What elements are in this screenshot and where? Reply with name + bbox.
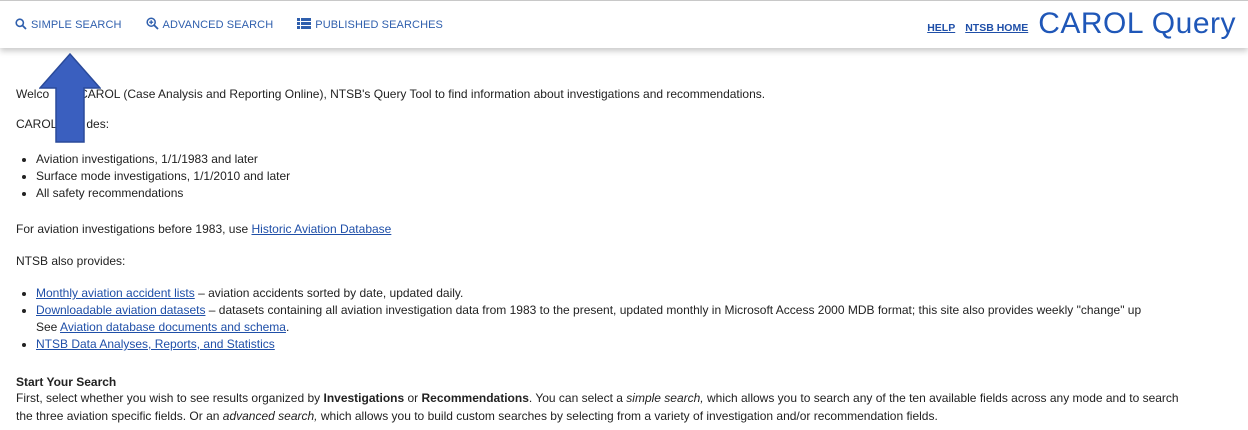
investigations-term: Investigations bbox=[323, 391, 405, 405]
search-icon bbox=[15, 17, 31, 33]
provides-label: NTSB also provides: bbox=[16, 254, 126, 268]
list-item: Surface mode investigations, 1/1/2010 an… bbox=[36, 168, 290, 185]
ntsb-home-link[interactable]: NTSB HOME bbox=[965, 22, 1028, 34]
historic-aviation-database-link[interactable]: Historic Aviation Database bbox=[251, 222, 391, 236]
list-item: Monthly aviation accident lists – aviati… bbox=[36, 285, 1141, 302]
includes-list: Aviation investigations, 1/1/1983 and la… bbox=[16, 151, 290, 202]
simple-search-tab[interactable]: SIMPLE SEARCH bbox=[15, 17, 122, 33]
line1-part-a: First, select whether you wish to see re… bbox=[16, 391, 324, 405]
historic-label: For aviation investigations before 1983,… bbox=[16, 222, 252, 236]
provides-list: Monthly aviation accident lists – aviati… bbox=[16, 285, 1141, 353]
schema-period: . bbox=[285, 320, 290, 334]
simple-search-label: SIMPLE SEARCH bbox=[31, 19, 122, 31]
see-label: See bbox=[36, 320, 61, 334]
app-title: CAROL Query bbox=[1038, 7, 1236, 40]
simple-search-term: simple search, bbox=[626, 391, 704, 405]
start-search-line-1: First, select whether you wish to see re… bbox=[16, 391, 1179, 405]
database-schema-link[interactable]: Aviation database documents and schema bbox=[60, 320, 286, 334]
list-item: All safety recommendations bbox=[36, 185, 290, 202]
search-nav: SIMPLE SEARCH ADVANCED SEARCH PUBLISHED … bbox=[15, 17, 467, 33]
list-item: NTSB Data Analyses, Reports, and Statist… bbox=[36, 336, 1141, 353]
start-search-line-2: the three aviation specific fields. Or a… bbox=[16, 409, 938, 423]
data-analyses-link[interactable]: NTSB Data Analyses, Reports, and Statist… bbox=[36, 337, 275, 351]
advanced-search-tab[interactable]: ADVANCED SEARCH bbox=[145, 17, 274, 33]
welcome-text-end: CAROL (Case Analysis and Reporting Onlin… bbox=[79, 87, 766, 101]
arrow-up-icon bbox=[38, 52, 102, 146]
downloadable-description: – datasets containing all aviation inves… bbox=[205, 303, 1142, 317]
recommendations-term: Recommendations bbox=[421, 391, 529, 405]
header-links: HELP NTSB HOME CAROL Query bbox=[927, 5, 1236, 43]
downloadable-datasets-link[interactable]: Downloadable aviation datasets bbox=[36, 303, 205, 317]
monthly-description: – aviation accidents sorted by date, upd… bbox=[194, 286, 464, 300]
historic-text: For aviation investigations before 1983,… bbox=[16, 222, 391, 236]
line1-part-c: or bbox=[404, 391, 422, 405]
list-item: Aviation investigations, 1/1/1983 and la… bbox=[36, 151, 290, 168]
line1-part-e: . You can select a bbox=[528, 391, 627, 405]
advanced-search-label: ADVANCED SEARCH bbox=[162, 19, 274, 31]
published-searches-tab[interactable]: PUBLISHED SEARCHES bbox=[297, 18, 443, 32]
line2-part-a: the three aviation specific fields. Or a… bbox=[16, 409, 223, 423]
line2-part-c: which allows you to build custom searche… bbox=[317, 409, 938, 423]
welcome-text: Welco CAROL (Case Analysis and Reporting … bbox=[16, 87, 765, 101]
start-search-heading: Start Your Search bbox=[16, 375, 117, 389]
help-link[interactable]: HELP bbox=[927, 22, 955, 34]
advanced-search-term: advanced search, bbox=[222, 409, 318, 423]
monthly-accident-lists-link[interactable]: Monthly aviation accident lists bbox=[36, 286, 195, 300]
line1-part-g: which allows you to search any of the te… bbox=[703, 391, 1179, 405]
list-item: Downloadable aviation datasets – dataset… bbox=[36, 302, 1141, 336]
zoom-plus-icon bbox=[145, 17, 163, 33]
published-searches-label: PUBLISHED SEARCHES bbox=[315, 19, 443, 31]
top-bar: SIMPLE SEARCH ADVANCED SEARCH PUBLISHED … bbox=[0, 0, 1248, 48]
list-icon bbox=[297, 18, 315, 32]
